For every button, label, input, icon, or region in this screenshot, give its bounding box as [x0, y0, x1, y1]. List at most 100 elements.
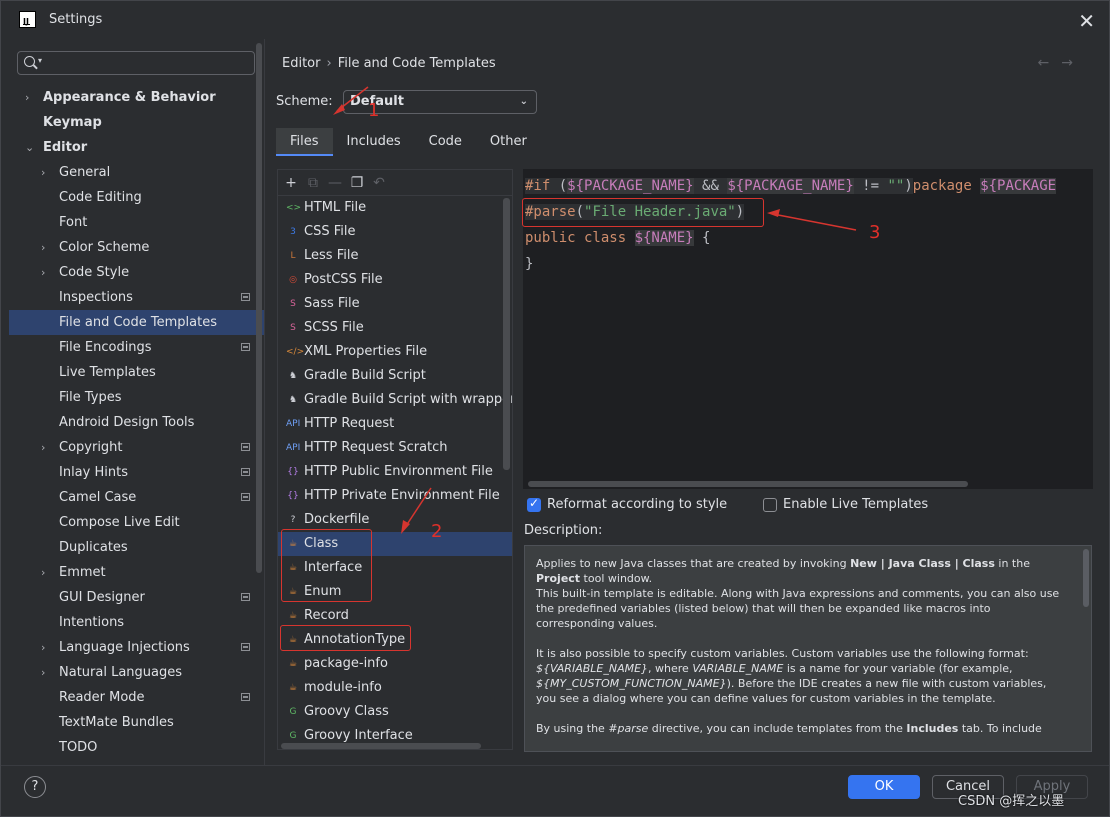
copy-icon[interactable]: ⧉ [306, 175, 320, 191]
template-item[interactable]: </> XML Properties File [278, 340, 512, 364]
java-icon: ☕ [288, 611, 298, 621]
sidebar-item-duplicates[interactable]: Duplicates [9, 535, 264, 560]
template-item[interactable]: ♞ Gradle Build Script [278, 364, 512, 388]
live-templates-checkbox[interactable] [763, 498, 777, 512]
project-scope-icon [241, 593, 250, 601]
description-paragraph: By using the #parse directive, you can i… [536, 721, 1061, 736]
description-text: By using the [536, 722, 609, 735]
list-horizontal-scrollbar[interactable] [281, 743, 481, 749]
ok-button[interactable]: OK [848, 775, 920, 799]
tab-code[interactable]: Code [415, 128, 476, 156]
api-icon: API [286, 443, 301, 453]
chevron-right-icon[interactable]: › [41, 660, 45, 685]
sidebar-item-label: Intentions [59, 615, 125, 630]
code-token: ${NAME} [634, 230, 694, 246]
sidebar-item-inspections[interactable]: Inspections [9, 285, 264, 310]
sidebar-item-general[interactable]: › General [9, 160, 264, 185]
template-item-label: XML Properties File [304, 344, 428, 359]
template-item-label: package-info [304, 656, 388, 671]
sidebar-item-appearance-behavior[interactable]: › Appearance & Behavior [9, 85, 264, 110]
remove-icon[interactable]: — [328, 175, 342, 191]
project-scope-icon [241, 343, 250, 351]
sidebar-item-emmet[interactable]: › Emmet [9, 560, 264, 585]
template-item[interactable]: L Less File [278, 244, 512, 268]
description-text: #parse [608, 722, 649, 735]
sidebar-item-gui-designer[interactable]: GUI Designer [9, 585, 264, 610]
sidebar-item-label: Inlay Hints [59, 465, 128, 480]
add-icon[interactable]: + [284, 175, 298, 191]
chevron-down-icon: ⌄ [519, 96, 528, 107]
search-input[interactable]: ▾ [17, 51, 255, 75]
sidebar-scrollbar[interactable] [256, 43, 262, 573]
live-templates-label[interactable]: Enable Live Templates [783, 497, 928, 512]
editor-horizontal-scrollbar[interactable] [528, 481, 968, 487]
sidebar-item-compose-live-edit[interactable]: Compose Live Edit [9, 510, 264, 535]
code-line: public class ${NAME} { [523, 225, 1093, 251]
sidebar-item-file-encodings[interactable]: File Encodings [9, 335, 264, 360]
sidebar-item-color-scheme[interactable]: › Color Scheme [9, 235, 264, 260]
description-text: It is also possible to specify custom va… [536, 647, 1029, 660]
template-item[interactable]: 3 CSS File [278, 220, 512, 244]
description-scrollbar[interactable] [1083, 549, 1089, 607]
chevron-right-icon[interactable]: › [41, 635, 45, 660]
sidebar-item-inlay-hints[interactable]: Inlay Hints [9, 460, 264, 485]
template-item[interactable]: S Sass File [278, 292, 512, 316]
chevron-right-icon[interactable]: › [41, 260, 45, 285]
list-vertical-scrollbar[interactable] [503, 198, 510, 470]
template-item[interactable]: G Groovy Class [278, 700, 512, 724]
chevron-down-icon[interactable]: ⌄ [25, 135, 34, 160]
sidebar-item-natural-languages[interactable]: › Natural Languages [9, 660, 264, 685]
chevron-right-icon[interactable]: › [25, 85, 29, 110]
sidebar-item-file-and-code-templates[interactable]: File and Code Templates [9, 310, 264, 335]
template-item[interactable]: ☕ module-info [278, 676, 512, 700]
duplicate-icon[interactable]: ❐ [350, 175, 364, 191]
template-item[interactable]: {} HTTP Private Environment File [278, 484, 512, 508]
sidebar-item-camel-case[interactable]: Camel Case [9, 485, 264, 510]
template-item[interactable]: S SCSS File [278, 316, 512, 340]
template-item[interactable]: <> HTML File [278, 196, 512, 220]
template-item[interactable]: {} HTTP Public Environment File [278, 460, 512, 484]
sidebar-item-font[interactable]: Font [9, 210, 264, 235]
help-button[interactable]: ? [24, 776, 46, 798]
tab-other[interactable]: Other [476, 128, 541, 156]
description-text: , where [648, 662, 693, 675]
template-item[interactable]: ☕ package-info [278, 652, 512, 676]
description-text: Includes [906, 722, 959, 735]
sidebar-item-label: Emmet [59, 565, 106, 580]
forward-arrow-icon[interactable]: → [1061, 55, 1073, 71]
reformat-label[interactable]: Reformat according to style [547, 497, 727, 512]
annotation-number-2: 2 [431, 521, 443, 542]
tab-files[interactable]: Files [276, 128, 333, 156]
sidebar-item-file-types[interactable]: File Types [9, 385, 264, 410]
back-arrow-icon[interactable]: ← [1038, 55, 1050, 71]
template-item[interactable]: ◎ PostCSS File [278, 268, 512, 292]
sidebar-item-intentions[interactable]: Intentions [9, 610, 264, 635]
sidebar-item-textmate-bundles[interactable]: TextMate Bundles [9, 710, 264, 735]
sidebar-item-label: Android Design Tools [59, 415, 195, 430]
breadcrumb-parent[interactable]: Editor [282, 56, 320, 71]
chevron-right-icon[interactable]: › [41, 160, 45, 185]
sidebar-item-todo[interactable]: TODO [9, 735, 264, 760]
sidebar-item-reader-mode[interactable]: Reader Mode [9, 685, 264, 710]
sidebar-item-android-design-tools[interactable]: Android Design Tools [9, 410, 264, 435]
sidebar-item-live-templates[interactable]: Live Templates [9, 360, 264, 385]
sidebar-item-language-injections[interactable]: › Language Injections [9, 635, 264, 660]
reset-icon[interactable]: ↶ [372, 175, 386, 191]
template-item[interactable]: API HTTP Request Scratch [278, 436, 512, 460]
tab-includes[interactable]: Includes [333, 128, 415, 156]
gradle-icon: ♞ [288, 371, 298, 381]
sidebar-item-copyright[interactable]: › Copyright [9, 435, 264, 460]
sidebar-item-label: Live Templates [59, 365, 156, 380]
chevron-right-icon[interactable]: › [41, 435, 45, 460]
template-item[interactable]: ♞ Gradle Build Script with wrapper [278, 388, 512, 412]
sidebar-item-label: Font [59, 215, 88, 230]
template-item[interactable]: API HTTP Request [278, 412, 512, 436]
chevron-right-icon[interactable]: › [41, 235, 45, 260]
chevron-right-icon[interactable]: › [41, 560, 45, 585]
close-icon[interactable]: ✕ [1078, 9, 1095, 33]
sidebar-item-code-style[interactable]: › Code Style [9, 260, 264, 285]
sidebar-item-keymap[interactable]: Keymap [9, 110, 264, 135]
sidebar-item-editor[interactable]: ⌄ Editor [9, 135, 264, 160]
reformat-checkbox[interactable] [527, 496, 541, 512]
sidebar-item-code-editing[interactable]: Code Editing [9, 185, 264, 210]
